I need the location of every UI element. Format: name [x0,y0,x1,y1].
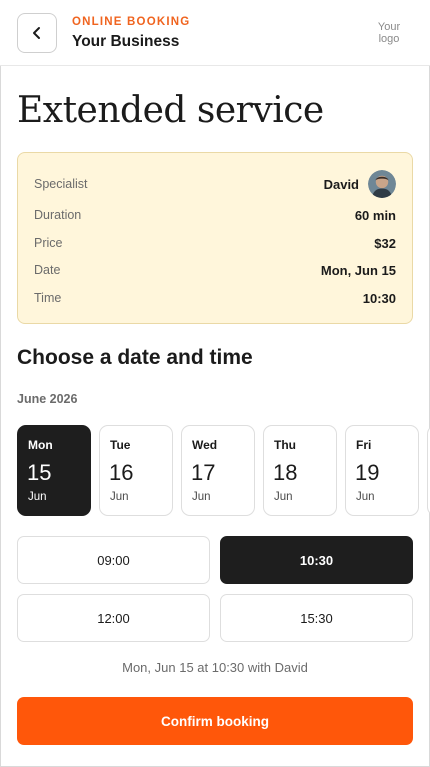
specialist-value: David [323,176,359,192]
specialist-value-wrap: David [324,170,396,198]
day-option[interactable]: Thu 18 Jun [263,425,337,516]
section-title: Choose a date and time [17,346,253,369]
time-slot[interactable]: 12:00 [17,594,210,642]
page-title: Extended service [17,90,324,131]
summary-row-price: Price $32 [34,231,396,255]
day-weekday: Fri [356,438,372,452]
price-label: Price [34,236,63,250]
day-weekday: Mon [28,438,53,452]
day-number: 19 [355,460,380,485]
business-name: Your Business [72,33,180,50]
day-option[interactable]: Fri 19 Jun [345,425,419,516]
day-month: Jun [274,491,293,503]
day-month: Jun [110,491,129,503]
summary-row-duration: Duration 60 min [34,203,396,227]
day-option[interactable]: Wed 17 Jun [181,425,255,516]
specialist-label: Specialist [34,177,88,191]
summary-row-time: Time 10:30 [34,286,396,310]
header: ONLINE BOOKING Your Business Your logo [0,0,430,66]
confirm-booking-button[interactable]: Confirm booking [17,697,413,745]
back-button[interactable] [17,13,57,53]
price-value: $32 [374,235,396,251]
date-label: Date [34,263,61,277]
duration-value: 60 min [354,207,396,223]
day-number: 15 [27,460,52,485]
booking-summary-card: Specialist David Duration 60 min Price $… [17,152,413,324]
day-option[interactable]: Tue 16 Jun [99,425,173,516]
summary-row-date: Date Mon, Jun 15 [34,258,396,282]
date-value: Mon, Jun 15 [320,262,396,278]
day-month: Jun [28,491,47,503]
avatar [368,170,396,198]
day-month: Jun [356,491,375,503]
selection-summary: Mon, Jun 15 at 10:30 with David [122,660,308,675]
time-slot[interactable]: 15:30 [220,594,413,642]
day-number: 16 [109,460,134,485]
brand-kicker: ONLINE BOOKING [72,16,191,28]
time-slot-selected[interactable]: 10:30 [220,536,413,584]
duration-label: Duration [34,208,82,222]
day-option[interactable]: Mon 15 Jun [17,425,91,516]
chevron-left-icon [33,27,40,39]
day-weekday: Thu [274,438,296,452]
time-slot[interactable]: 09:00 [17,536,210,584]
day-number: 17 [191,460,216,485]
day-picker: Mon 15 Jun Tue 16 Jun Wed 17 Jun Thu 18 … [17,425,430,517]
day-weekday: Tue [110,438,131,452]
day-month: Jun [192,491,211,503]
time-value: 10:30 [362,290,396,306]
time-label: Time [34,291,62,305]
business-logo: Your logo [377,21,401,45]
day-weekday: Wed [192,438,218,452]
month-label: June 2026 [17,392,78,406]
summary-row-specialist: Specialist David [34,170,396,198]
day-number: 18 [273,460,298,485]
